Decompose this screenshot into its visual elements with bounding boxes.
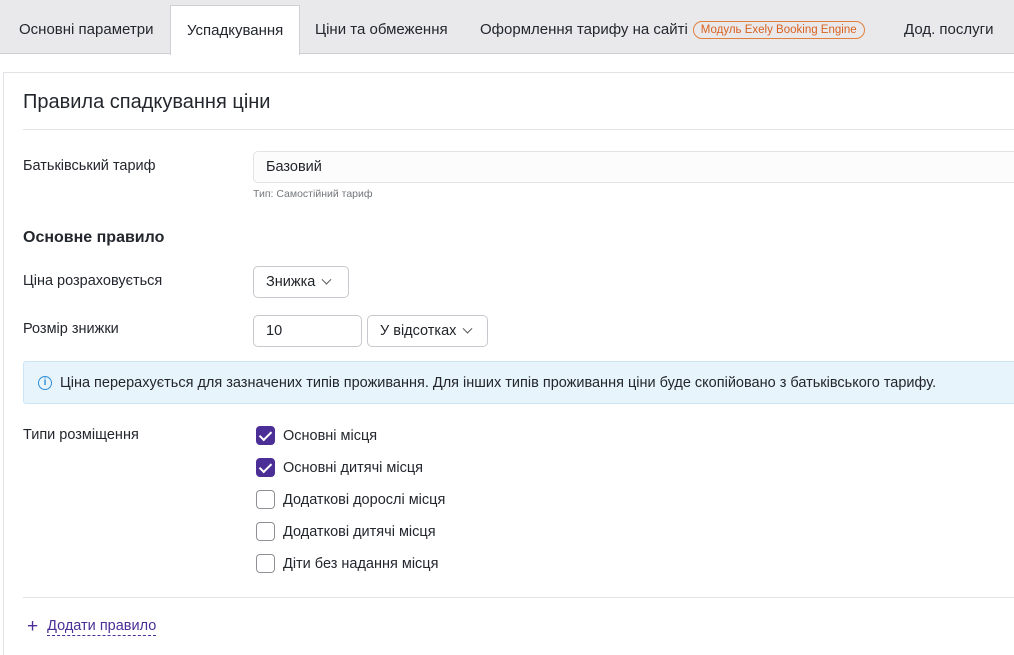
checkbox[interactable]	[256, 554, 275, 573]
option-label: Основні місця	[283, 427, 378, 444]
checkbox[interactable]	[256, 522, 275, 541]
divider	[23, 129, 1014, 130]
option-label: Додаткові дорослі місця	[283, 491, 446, 508]
chevron-down-icon	[462, 323, 473, 334]
placement-option-extra-children[interactable]: Додаткові дитячі місця	[256, 522, 436, 541]
parent-tariff-hint: Тип: Самостійний тариф	[253, 188, 373, 200]
price-calc-select[interactable]: Знижка	[253, 266, 349, 298]
option-label: Діти без надання місця	[283, 555, 439, 572]
add-rule-button[interactable]: + Додати правило	[27, 615, 157, 637]
discount-unit-select[interactable]: У відсотках	[367, 315, 488, 347]
placement-option-main[interactable]: Основні місця	[256, 426, 377, 445]
tab-site-design[interactable]: Оформлення тарифу на сайті Модуль Exely B…	[464, 5, 881, 54]
tab-label: Основні параметри	[19, 21, 154, 38]
tab-extra-services[interactable]: Дод. послуги	[888, 5, 1010, 54]
checkbox[interactable]	[256, 490, 275, 509]
tab-basic-params[interactable]: Основні параметри	[3, 5, 169, 54]
module-badge: Модуль Exely Booking Engine	[692, 20, 865, 39]
tab-label: Оформлення тарифу на сайті	[480, 21, 688, 38]
placement-option-extra-adults[interactable]: Додаткові дорослі місця	[256, 490, 445, 509]
placement-label: Типи розміщення	[23, 427, 139, 443]
chevron-down-icon	[321, 274, 332, 285]
tab-bar: Основні параметри Успадкування Ціни та о…	[0, 0, 1014, 55]
info-banner: i Ціна перерахується для зазначених типі…	[23, 361, 1014, 404]
info-icon: i	[38, 375, 52, 390]
main-rule-title: Основне правило	[23, 229, 165, 246]
discount-input[interactable]	[253, 315, 362, 347]
discount-label: Розмір знижки	[23, 321, 119, 337]
checkbox[interactable]	[256, 426, 275, 445]
add-rule-label: Додати правило	[47, 618, 157, 636]
tab-inheritance[interactable]: Успадкування	[170, 5, 301, 55]
parent-tariff-field[interactable]: Базовий	[253, 151, 1014, 183]
tab-prices-restrictions[interactable]: Ціни та обмеження	[299, 5, 464, 54]
info-text: Ціна перерахується для зазначених типів …	[60, 374, 937, 391]
option-label: Основні дитячі місця	[283, 459, 424, 476]
page-title: Правила спадкування ціни	[23, 91, 271, 113]
plus-icon: +	[27, 615, 39, 637]
parent-tariff-label: Батьківський тариф	[23, 158, 156, 174]
price-calc-value: Знижка	[266, 274, 316, 290]
discount-unit-value: У відсотках	[380, 323, 457, 339]
placement-option-main-children[interactable]: Основні дитячі місця	[256, 458, 423, 477]
placement-option-children-no-seat[interactable]: Діти без надання місця	[256, 554, 438, 573]
checkbox[interactable]	[256, 458, 275, 477]
tab-label: Успадкування	[187, 22, 284, 39]
price-calc-label: Ціна розраховується	[23, 273, 163, 289]
tab-label: Ціни та обмеження	[315, 21, 448, 38]
tab-label: Дод. послуги	[904, 21, 994, 38]
parent-tariff-value: Базовий	[266, 159, 322, 175]
option-label: Додаткові дитячі місця	[283, 523, 436, 540]
divider	[23, 597, 1014, 598]
